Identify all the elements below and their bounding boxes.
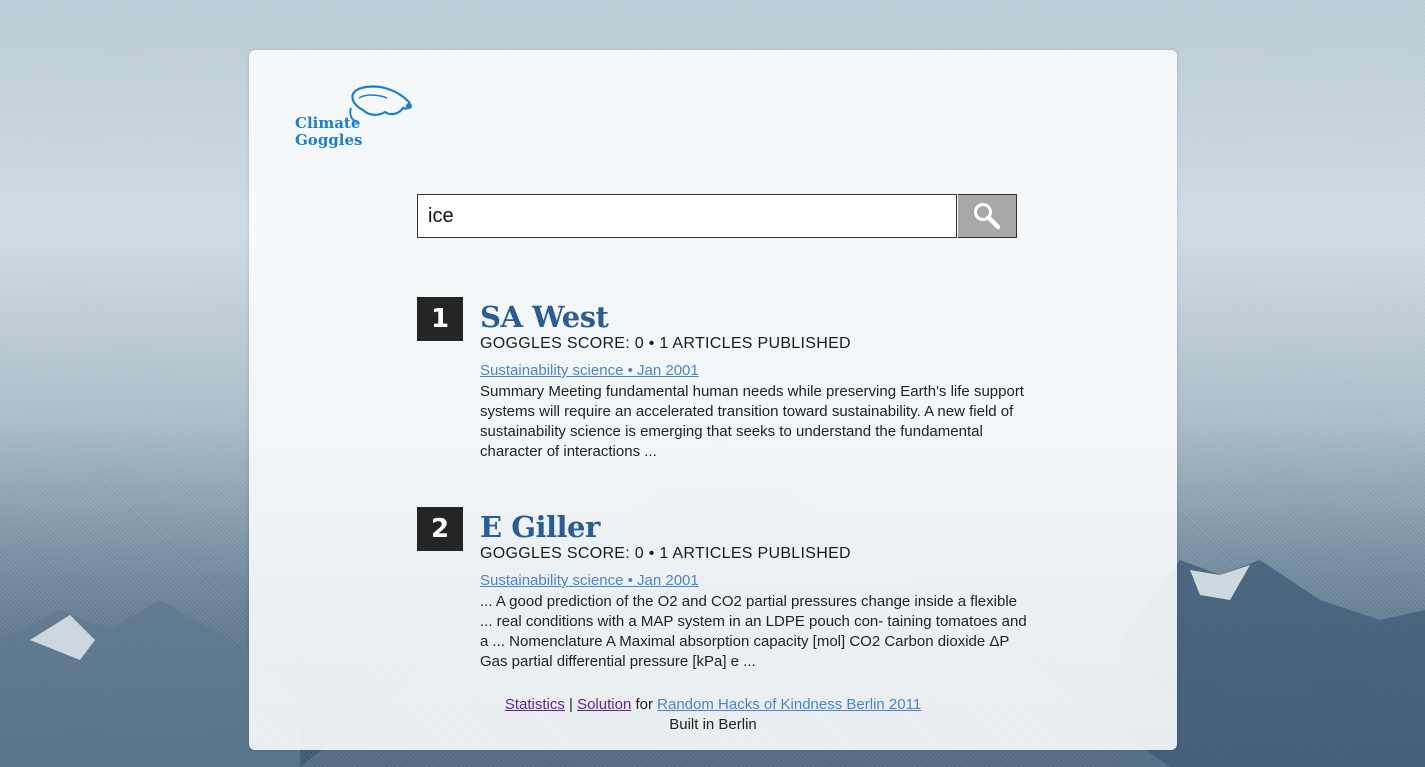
logo-text: Climate Goggles bbox=[295, 115, 362, 149]
statistics-link[interactable]: Statistics bbox=[505, 696, 565, 713]
climate-goggles-logo[interactable]: Climate Goggles bbox=[295, 84, 415, 154]
search-bar bbox=[417, 194, 1017, 238]
result-title-link[interactable]: E Giller bbox=[480, 510, 1030, 544]
search-input[interactable] bbox=[417, 194, 957, 238]
result-source-link[interactable]: Sustainability science • Jan 2001 bbox=[480, 362, 699, 379]
rank-badge: 1 bbox=[417, 297, 463, 341]
built-in-text: Built in Berlin bbox=[669, 716, 757, 733]
result-snippet: ... A good prediction of the O2 and CO2 … bbox=[480, 593, 1027, 670]
footer-separator: | bbox=[569, 696, 573, 713]
footer: Statistics | Solution for Random Hacks o… bbox=[249, 695, 1177, 735]
event-link[interactable]: Random Hacks of Kindness Berlin 2011 bbox=[657, 696, 921, 713]
result-snippet: Summary Meeting fundamental human needs … bbox=[480, 383, 1024, 460]
footer-for-text: for bbox=[635, 696, 653, 713]
rank-badge: 2 bbox=[417, 507, 463, 551]
search-button[interactable] bbox=[958, 194, 1017, 238]
logo-line2: Goggles bbox=[295, 131, 363, 149]
solution-link[interactable]: Solution bbox=[577, 696, 631, 713]
result-source-link[interactable]: Sustainability science • Jan 2001 bbox=[480, 572, 699, 589]
main-panel: Climate Goggles 1 SA West GOGGLES SCORE:… bbox=[249, 50, 1177, 750]
result-title-link[interactable]: SA West bbox=[480, 300, 1030, 334]
result-meta: GOGGLES SCORE: 0 • 1 ARTICLES PUBLISHED bbox=[480, 335, 851, 352]
logo-line1: Climate bbox=[295, 114, 361, 132]
result-meta: GOGGLES SCORE: 0 • 1 ARTICLES PUBLISHED bbox=[480, 545, 851, 562]
search-icon bbox=[974, 203, 1001, 230]
